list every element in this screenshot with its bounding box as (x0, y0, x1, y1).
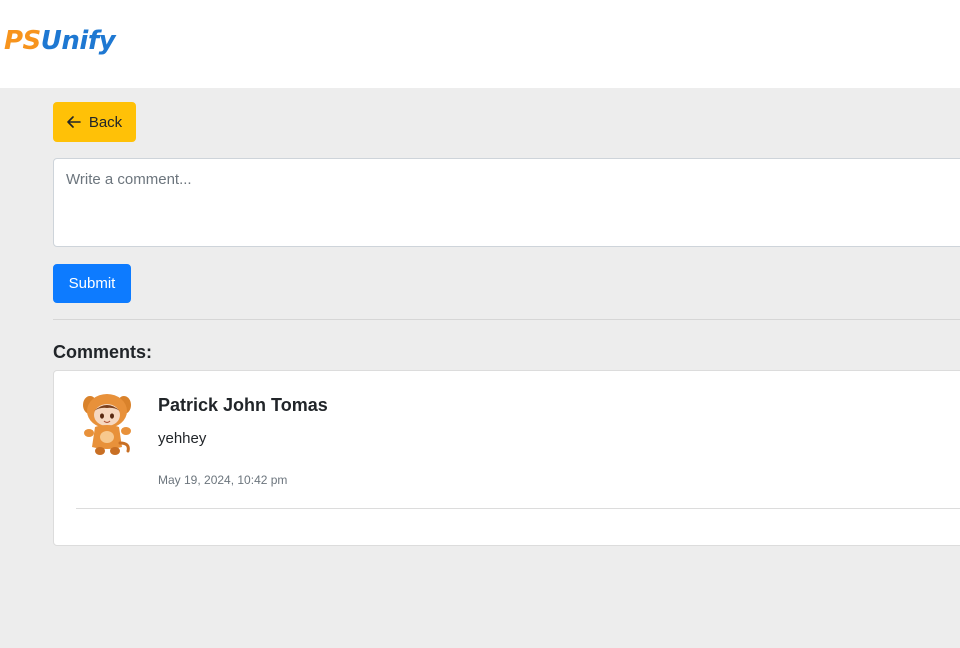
comment-author: Patrick John Tomas (158, 395, 328, 415)
logo-text-unify: Unify (40, 26, 116, 56)
back-button-label: Back (88, 113, 123, 131)
comment-item: Patrick John Tomas yehhey May 19, 2024, … (76, 371, 960, 509)
submit-button-label: Submit (68, 275, 116, 292)
top-navbar: PSUnify (0, 0, 960, 88)
comments-heading: Comments: (53, 342, 153, 362)
comments-list: Patrick John Tomas yehhey May 19, 2024, … (53, 370, 960, 546)
comment-timestamp: May 19, 2024, 10:42 pm (158, 473, 288, 487)
comment-separator (76, 508, 960, 509)
comment-input[interactable] (53, 158, 960, 247)
arrow-left-icon (67, 116, 81, 128)
logo-text-ps: PS (4, 26, 41, 56)
psunify-logo[interactable]: PSUnify (4, 26, 116, 56)
comments-page: Back Submit Comments: (0, 88, 960, 648)
comment-text: yehhey (158, 430, 207, 447)
submit-button[interactable]: Submit (53, 264, 131, 303)
section-divider (53, 319, 960, 320)
avatar (83, 394, 131, 455)
back-button[interactable]: Back (53, 102, 136, 142)
